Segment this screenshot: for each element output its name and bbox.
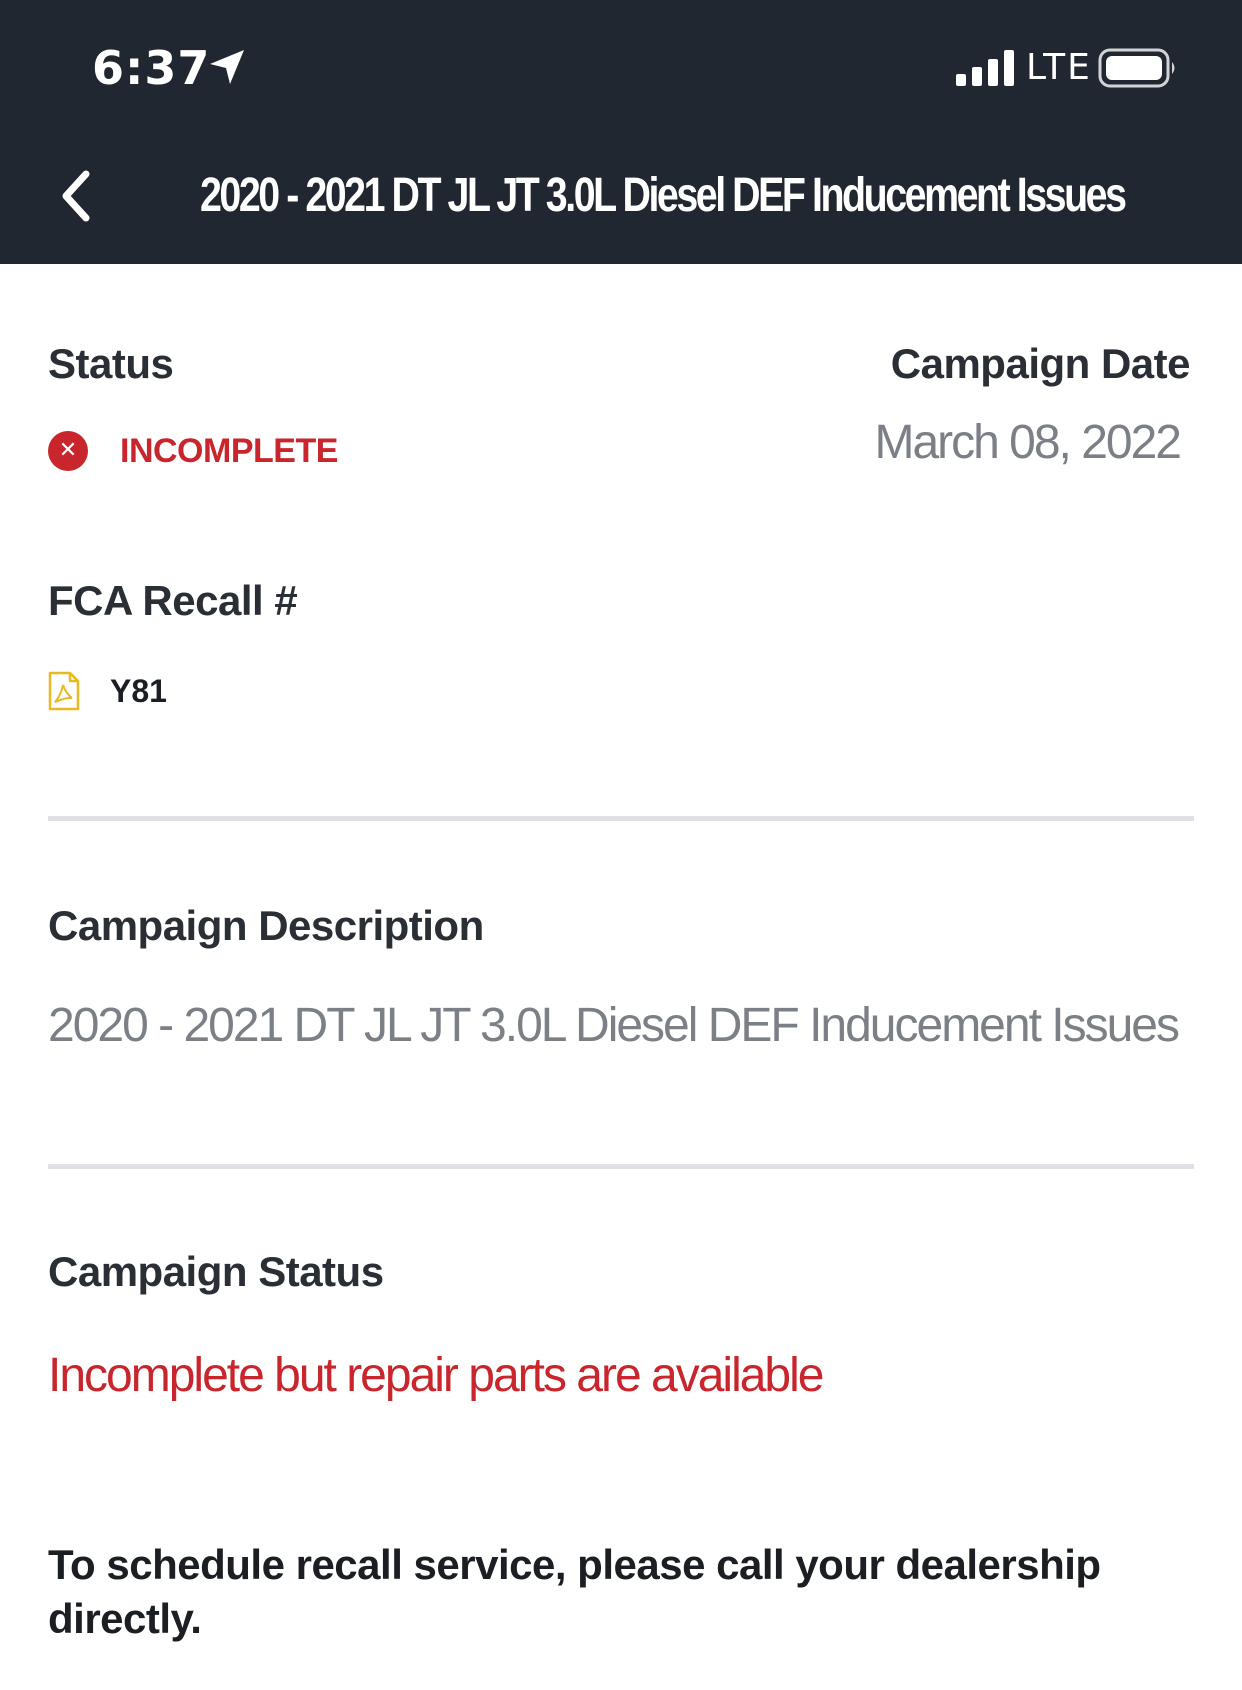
status-indicator: ✕ INCOMPLETE	[48, 428, 338, 474]
recall-number-label: FCA Recall #	[48, 577, 298, 624]
location-arrow-icon	[210, 50, 244, 84]
section-divider	[48, 816, 1194, 821]
status-label: Status	[48, 340, 174, 387]
campaign-date-value: March 08, 2022	[874, 416, 1182, 469]
section-divider	[48, 1164, 1194, 1169]
schedule-service-note: To schedule recall service, please call …	[48, 1541, 1101, 1642]
pdf-file-icon	[48, 671, 80, 711]
recall-number-value[interactable]: Y81	[110, 673, 167, 710]
campaign-description-value: 2020 - 2021 DT JL JT 3.0L Diesel DEF Ind…	[48, 999, 1180, 1052]
status-bar-time: 6:37	[92, 41, 211, 95]
campaign-description-label: Campaign Description	[48, 902, 484, 949]
cellular-signal-icon	[956, 50, 1014, 86]
status-value: INCOMPLETE	[120, 431, 338, 470]
campaign-status-value: Incomplete but repair parts are availabl…	[48, 1349, 824, 1402]
x-circle-icon: ✕	[48, 431, 88, 471]
network-type-label: LTE	[1026, 47, 1092, 88]
back-button[interactable]	[44, 160, 104, 232]
campaign-date-label: Campaign Date	[890, 340, 1191, 387]
campaign-status-label: Campaign Status	[48, 1248, 384, 1295]
recall-document-link[interactable]: Y81	[48, 668, 167, 714]
top-bar: 6:37 LTE 2020 - 2021 DT JL JT 3.0L Diese…	[0, 0, 1242, 264]
battery-icon	[1098, 48, 1175, 88]
page-title: 2020 - 2021 DT JL JT 3.0L Diesel DEF Ind…	[200, 169, 1127, 222]
